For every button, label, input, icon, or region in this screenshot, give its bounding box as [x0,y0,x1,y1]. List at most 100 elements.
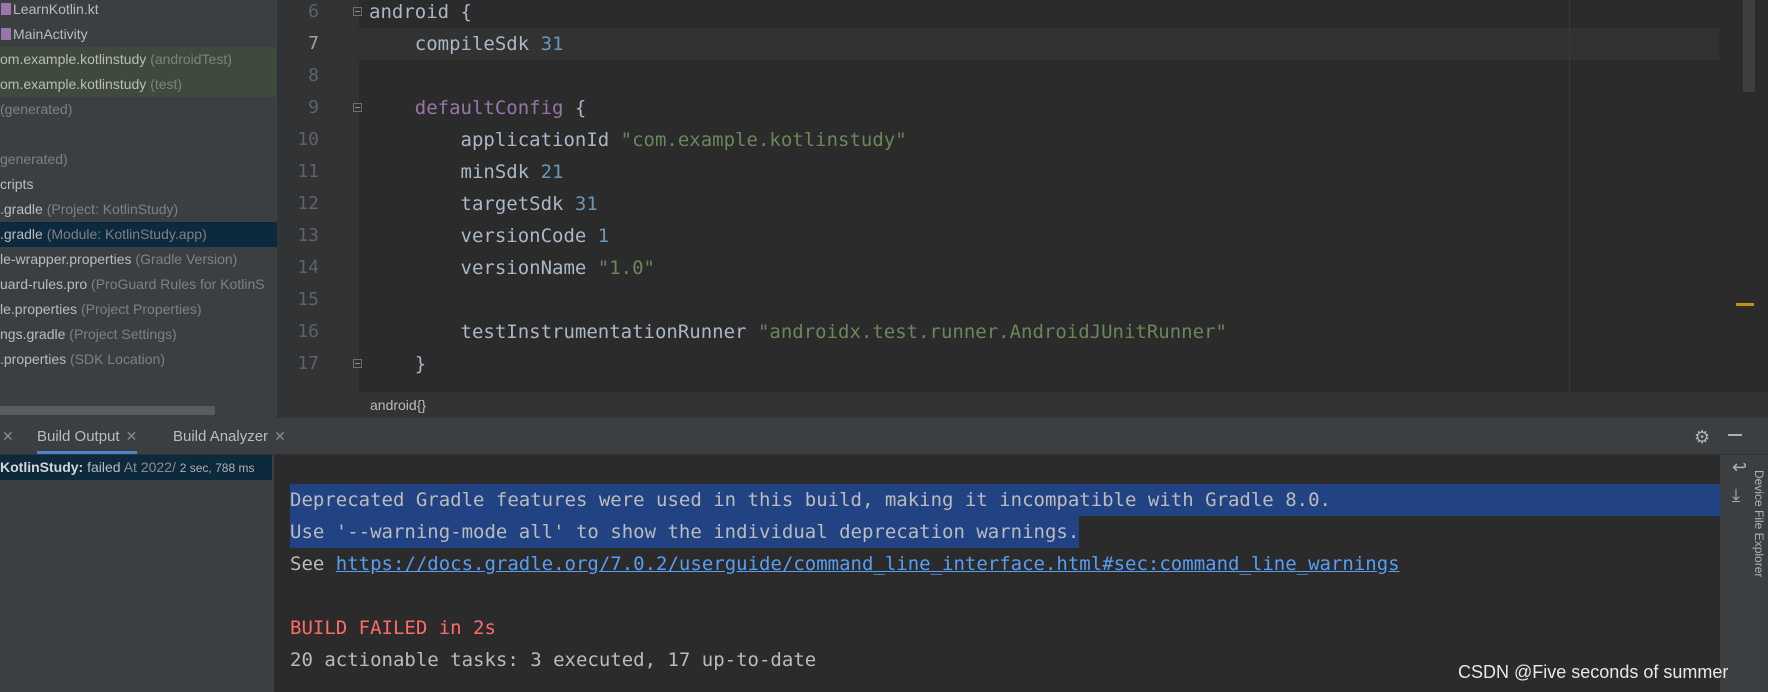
line-number: 7 [308,33,319,54]
soft-wrap-icon[interactable]: ↩ [1732,457,1747,478]
tree-item-label: le.properties [0,301,78,317]
close-icon[interactable]: ✕ [126,428,138,444]
build-console[interactable]: Deprecated Gradle features were used in … [274,455,1720,692]
tree-item-label: cripts [0,176,34,192]
tree-item-hint: (test) [150,76,183,92]
tree-item-label: .properties [0,351,67,367]
code-line[interactable]: compileSdk 31 [369,28,564,60]
project-horizontal-scrollbar[interactable] [0,406,215,415]
code-line[interactable]: android { [369,0,472,28]
tree-item-hint: (Project: KotlinStudy) [46,201,179,217]
code-token: versionName [369,257,598,279]
right-margin-guide [1569,0,1570,392]
build-time: At 2022/ [123,459,176,475]
project-tree-item[interactable]: .gradle (Module: KotlinStudy.app) [0,222,277,247]
line-number: 12 [297,193,319,214]
build-result-row[interactable]: KotlinStudy: failed At 2022/ 2 sec, 788 … [0,455,272,480]
watermark: CSDN @Five seconds of summer [1458,662,1729,682]
code-token: targetSdk [369,193,575,215]
console-line: Deprecated Gradle features were used in … [290,484,1720,516]
fold-marker-icon[interactable] [353,103,362,112]
code-line[interactable]: testInstrumentationRunner "androidx.test… [369,316,1227,348]
tree-item-label: LearnKotlin.kt [13,1,99,17]
code-token: 1 [597,225,610,247]
tree-item-hint: (Gradle Version) [135,251,238,267]
project-tree-item[interactable]: om.example.kotlinstudy (test) [0,72,277,97]
project-tree-item[interactable]: le-wrapper.properties (Gradle Version) [0,247,277,272]
gradle-docs-link[interactable]: https://docs.gradle.org/7.0.2/userguide/… [336,553,1400,575]
tree-item-hint: (androidTest) [150,51,232,67]
code-line[interactable]: targetSdk 31 [369,188,598,220]
line-number: 17 [297,353,319,374]
console-line: 20 actionable tasks: 3 executed, 17 up-t… [290,649,817,671]
code-token: android { [369,1,472,23]
tree-item-label: le-wrapper.properties [0,251,132,267]
project-tree-item[interactable]: generated) [0,147,277,172]
tree-item-hint: (ProGuard Rules for KotlinS [91,276,265,292]
project-tree-item[interactable]: LearnKotlin.kt [0,0,277,22]
tree-item-label: ngs.gradle [0,326,66,342]
code-line[interactable]: versionCode 1 [369,220,610,252]
project-tree-item[interactable]: ngs.gradle (Project Settings) [0,322,277,347]
breadcrumb-item[interactable]: android{} [370,397,426,413]
code-token: 31 [574,193,598,215]
code-line[interactable]: } [369,348,426,380]
tree-item-label: om.example.kotlinstudy [0,76,147,92]
code-token: defaultConfig [414,97,564,119]
warning-marker[interactable] [1736,303,1754,306]
tree-item-hint: (SDK Location) [70,351,165,367]
project-tree-item[interactable]: (generated) [0,97,277,122]
kotlin-file-icon [1,28,11,40]
device-file-explorer-tab[interactable]: Device File Explorer [1752,470,1766,577]
scroll-to-end-icon[interactable]: ⤓ [1732,485,1740,506]
line-number: 15 [297,289,319,310]
project-tree-item[interactable]: cripts [0,172,277,197]
build-duration: 2 sec, 788 ms [179,461,255,475]
code-token: { [563,97,587,119]
build-status: failed [87,459,121,475]
project-tree-item[interactable]: .gradle (Project: KotlinStudy) [0,197,277,222]
project-tree-item[interactable]: om.example.kotlinstudy (androidTest) [0,47,277,72]
tab-build-output[interactable]: Build Output ✕ [37,418,138,454]
fold-marker-icon[interactable] [353,7,362,16]
line-number-gutter: 6 7 8 9 10 11 12 13 14 15 16 17 [277,0,362,392]
line-number: 8 [308,65,319,86]
gear-icon[interactable]: ⚙ [1694,427,1710,448]
code-line[interactable]: minSdk 21 [369,156,564,188]
project-tree-item[interactable]: le.properties (Project Properties) [0,297,277,322]
tree-item-hint: generated) [0,151,68,167]
code-editor[interactable]: 6 7 8 9 10 11 12 13 14 15 16 17 android { compileSd… [277,0,1768,419]
build-tree: KotlinStudy: failed At 2022/ 2 sec, 788 … [0,455,274,692]
code-token: "androidx.test.runner.AndroidJUnitRunner… [757,321,1227,343]
project-tree-item[interactable] [0,122,277,147]
breadcrumb[interactable]: android{} [277,392,1768,419]
close-icon[interactable]: ✕ [274,428,286,444]
line-number: 6 [308,1,319,22]
code-line[interactable]: versionName "1.0" [369,252,655,284]
project-tree-item[interactable]: uard-rules.pro (ProGuard Rules for Kotli… [0,272,277,297]
code-line[interactable]: defaultConfig { [369,92,587,124]
line-number: 10 [297,129,319,150]
line-number: 16 [297,321,319,342]
tree-item-label: uard-rules.pro [0,276,88,292]
code-token: versionCode [369,225,598,247]
kotlin-file-icon [1,3,11,15]
project-tree-item[interactable]: .properties (SDK Location) [0,347,277,372]
close-icon[interactable]: ✕ [2,418,14,454]
build-failed-line: BUILD FAILED in 2s [290,617,496,639]
tree-item-label: MainActivity [13,26,88,42]
project-tree-item[interactable]: MainActivity [0,22,277,47]
editor-vertical-scrollbar[interactable] [1743,0,1755,92]
line-number: 11 [297,161,319,182]
tab-build-analyzer[interactable]: Build Analyzer ✕ [173,418,286,454]
console-text: See [290,553,336,575]
code-token: compileSdk [369,33,541,55]
code-token: testInstrumentationRunner [369,321,758,343]
project-panel: .properties (SDK Location) ngs.gradle (Pr… [0,0,277,418]
code-token: 21 [540,161,564,183]
minimize-icon[interactable] [1728,434,1742,436]
tab-label: Build Analyzer [173,428,269,445]
code-token: } [369,353,427,375]
code-line[interactable]: applicationId "com.example.kotlinstudy" [369,124,907,156]
fold-marker-icon[interactable] [353,359,362,368]
